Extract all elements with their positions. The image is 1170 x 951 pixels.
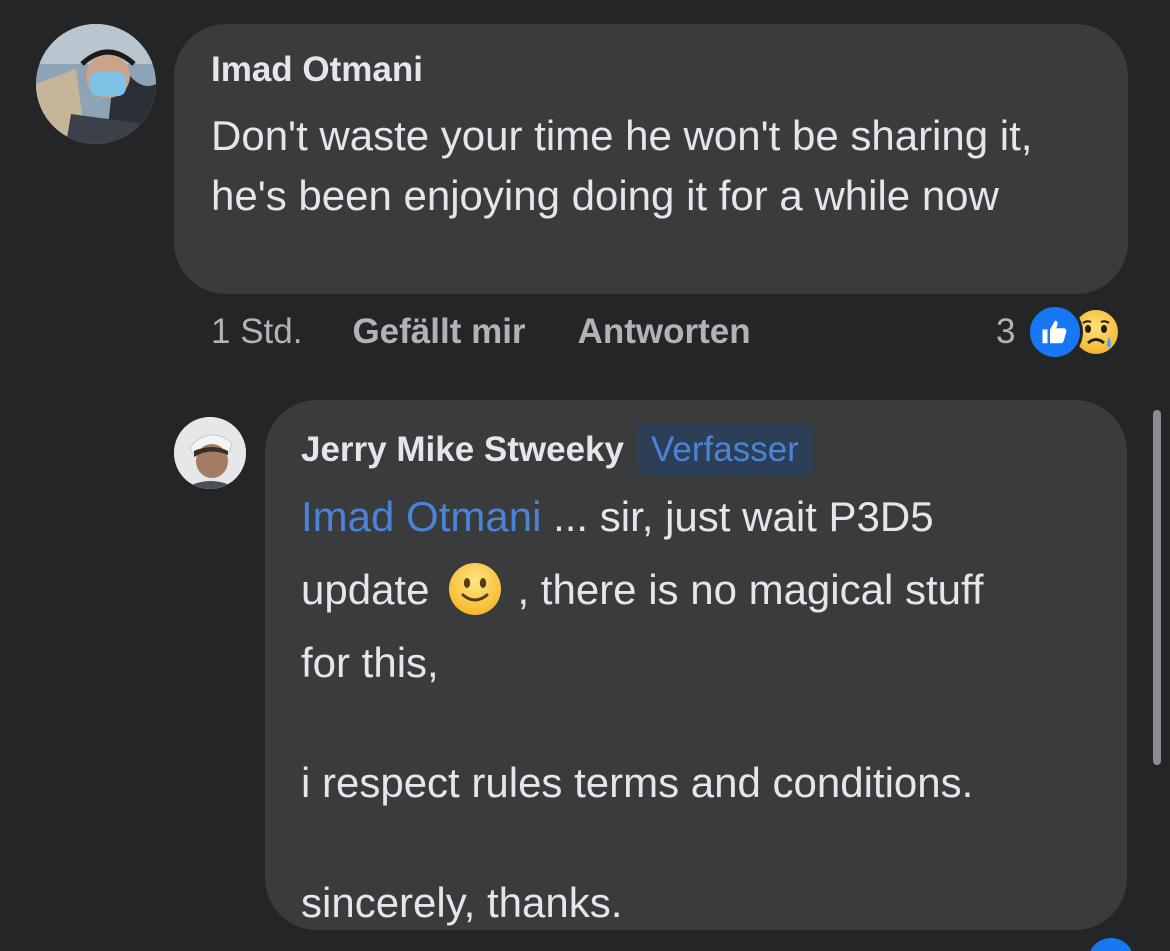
comments-thread: Imad Otmani Don't waste your time he won… [0, 0, 1170, 951]
mention-link[interactable]: Imad Otmani [301, 493, 541, 540]
reaction-count: 3 [996, 312, 1016, 351]
avatar[interactable] [36, 24, 156, 144]
comment-bubble: Imad Otmani Don't waste your time he won… [174, 24, 1128, 294]
text-line: Imad Otmani ... sir, just wait P3D5 [301, 484, 1097, 550]
partial-reaction-icon [1088, 938, 1134, 951]
text-segment: ... sir, just wait P3D5 [541, 493, 934, 540]
avatar[interactable] [174, 417, 246, 489]
comment-actions: 1 Std. Gefällt mir Antworten [211, 308, 803, 356]
reply-header: Jerry Mike Stweeky Verfasser [301, 424, 1097, 476]
text-line: for this, [301, 639, 439, 686]
text-line: i respect rules terms and conditions. [301, 759, 974, 806]
text-segment: , there is no magical stuff [517, 566, 984, 613]
comment-author[interactable]: Jerry Mike Stweeky [301, 430, 624, 470]
reactions-summary[interactable]: 3 [996, 304, 1121, 360]
comment-timestamp[interactable]: 1 Std. [211, 312, 302, 352]
smile-emoji-icon [447, 561, 503, 617]
comment-author[interactable]: Imad Otmani [211, 50, 1092, 90]
scrollbar[interactable] [1153, 410, 1161, 765]
text-segment: update [301, 566, 430, 613]
author-badge: Verfasser [636, 424, 813, 476]
reply-button[interactable]: Antworten [578, 312, 751, 352]
text-line: sincerely, thanks. [301, 879, 623, 926]
reply-bubble: Jerry Mike Stweeky Verfasser Imad Otmani… [265, 400, 1127, 930]
comment-text: Imad Otmani ... sir, just wait P3D5 upda… [301, 484, 1097, 936]
like-button[interactable]: Gefällt mir [352, 312, 525, 352]
comment-text: Don't waste your time he won't be sharin… [211, 112, 1033, 219]
text-line: update , there is no magical stuff [301, 550, 1097, 630]
